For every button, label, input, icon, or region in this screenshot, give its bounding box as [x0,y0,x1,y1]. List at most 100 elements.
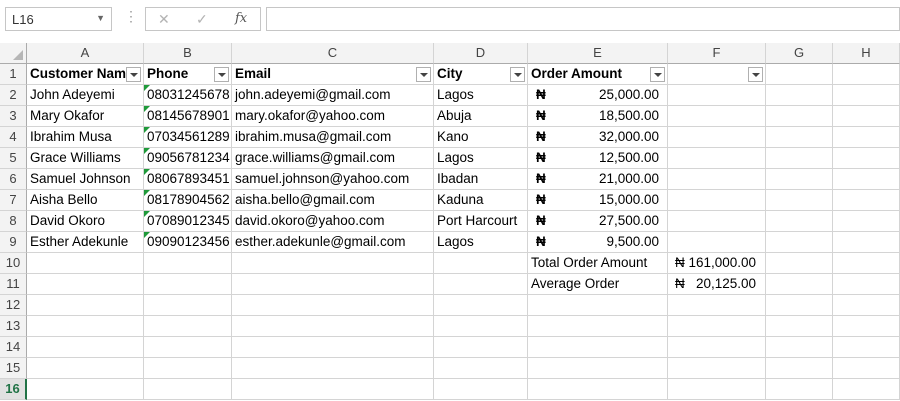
phone-cell[interactable]: 08031245678 [144,85,232,106]
customer-name-cell[interactable]: Samuel Johnson [27,169,144,190]
cell[interactable] [668,190,766,211]
filter-dropdown-icon[interactable] [748,67,763,82]
cell[interactable] [766,379,833,400]
formula-input[interactable] [266,7,900,31]
row-header-14[interactable]: 14 [0,337,27,358]
email-cell[interactable]: ibrahim.musa@gmail.com [232,127,434,148]
filter-dropdown-icon[interactable] [126,67,141,82]
cell[interactable] [668,232,766,253]
header-cell[interactable]: Order Amount [528,64,668,85]
cell[interactable] [434,295,528,316]
order-amount-cell[interactable]: ₦ 9,500.00 [528,232,668,253]
cell[interactable] [144,379,232,400]
order-amount-cell[interactable]: ₦ 25,000.00 [528,85,668,106]
email-cell[interactable]: samuel.johnson@yahoo.com [232,169,434,190]
cell[interactable] [833,148,900,169]
phone-cell[interactable]: 07089012345 [144,211,232,232]
cell[interactable] [766,148,833,169]
cell[interactable] [833,379,900,400]
cell[interactable] [766,64,833,85]
cell[interactable] [232,253,434,274]
select-all-corner[interactable] [0,43,27,64]
cell[interactable] [232,337,434,358]
cell[interactable] [668,127,766,148]
phone-cell[interactable]: 09090123456 [144,232,232,253]
column-header-d[interactable]: D [434,43,528,64]
city-cell[interactable]: Kaduna [434,190,528,211]
cell[interactable] [766,127,833,148]
column-header-b[interactable]: B [144,43,232,64]
cell[interactable] [668,148,766,169]
cell[interactable] [833,64,900,85]
cell[interactable] [766,106,833,127]
email-cell[interactable]: david.okoro@yahoo.com [232,211,434,232]
email-cell[interactable]: aisha.bello@gmail.com [232,190,434,211]
header-cell[interactable]: Customer Nam [27,64,144,85]
column-header-h[interactable]: H [833,43,900,64]
cell[interactable] [232,316,434,337]
cell[interactable] [833,295,900,316]
average-order-label[interactable]: Average Order [528,274,668,295]
row-header-1[interactable]: 1 [0,64,27,85]
cell[interactable] [766,190,833,211]
cell[interactable] [766,295,833,316]
customer-name-cell[interactable]: David Okoro [27,211,144,232]
cell[interactable] [668,358,766,379]
cell[interactable] [833,274,900,295]
cell[interactable] [766,85,833,106]
cell[interactable] [833,211,900,232]
cell[interactable] [434,274,528,295]
row-header-2[interactable]: 2 [0,85,27,106]
cell[interactable] [232,274,434,295]
row-header-9[interactable]: 9 [0,232,27,253]
cell[interactable] [232,358,434,379]
cell[interactable] [668,295,766,316]
cell[interactable] [833,253,900,274]
name-box[interactable]: L16 ▼ [5,7,112,31]
column-header-e[interactable]: E [528,43,668,64]
row-header-5[interactable]: 5 [0,148,27,169]
order-amount-cell[interactable]: ₦ 32,000.00 [528,127,668,148]
cell[interactable] [766,211,833,232]
cell[interactable] [434,253,528,274]
row-header-12[interactable]: 12 [0,295,27,316]
email-cell[interactable]: grace.williams@gmail.com [232,148,434,169]
cell[interactable] [833,337,900,358]
row-header-6[interactable]: 6 [0,169,27,190]
cell[interactable] [833,106,900,127]
city-cell[interactable]: Lagos [434,85,528,106]
cell[interactable] [668,106,766,127]
cell[interactable] [144,316,232,337]
cell[interactable] [833,316,900,337]
cell[interactable] [833,127,900,148]
cell[interactable] [434,379,528,400]
email-cell[interactable]: john.adeyemi@gmail.com [232,85,434,106]
filter-dropdown-icon[interactable] [416,67,431,82]
column-header-c[interactable]: C [232,43,434,64]
order-amount-cell[interactable]: ₦ 15,000.00 [528,190,668,211]
cell[interactable] [668,337,766,358]
cell[interactable] [144,337,232,358]
total-order-amount-label[interactable]: Total Order Amount [528,253,668,274]
cell[interactable] [668,169,766,190]
cell[interactable] [766,274,833,295]
cell[interactable] [766,169,833,190]
header-cell[interactable]: Email [232,64,434,85]
cell[interactable] [434,337,528,358]
row-header-7[interactable]: 7 [0,190,27,211]
chevron-down-icon[interactable]: ▼ [96,13,105,23]
row-header-4[interactable]: 4 [0,127,27,148]
cell[interactable] [668,85,766,106]
city-cell[interactable]: Lagos [434,148,528,169]
column-header-a[interactable]: A [27,43,144,64]
average-order-value[interactable]: ₦ 20,125.00 [668,274,766,295]
cell[interactable] [668,316,766,337]
order-amount-cell[interactable]: ₦ 27,500.00 [528,211,668,232]
filter-dropdown-icon[interactable] [510,67,525,82]
cell[interactable] [144,274,232,295]
cell[interactable] [833,232,900,253]
city-cell[interactable]: Lagos [434,232,528,253]
order-amount-cell[interactable]: ₦ 18,500.00 [528,106,668,127]
row-header-10[interactable]: 10 [0,253,27,274]
insert-function-icon[interactable]: fx [235,11,247,26]
